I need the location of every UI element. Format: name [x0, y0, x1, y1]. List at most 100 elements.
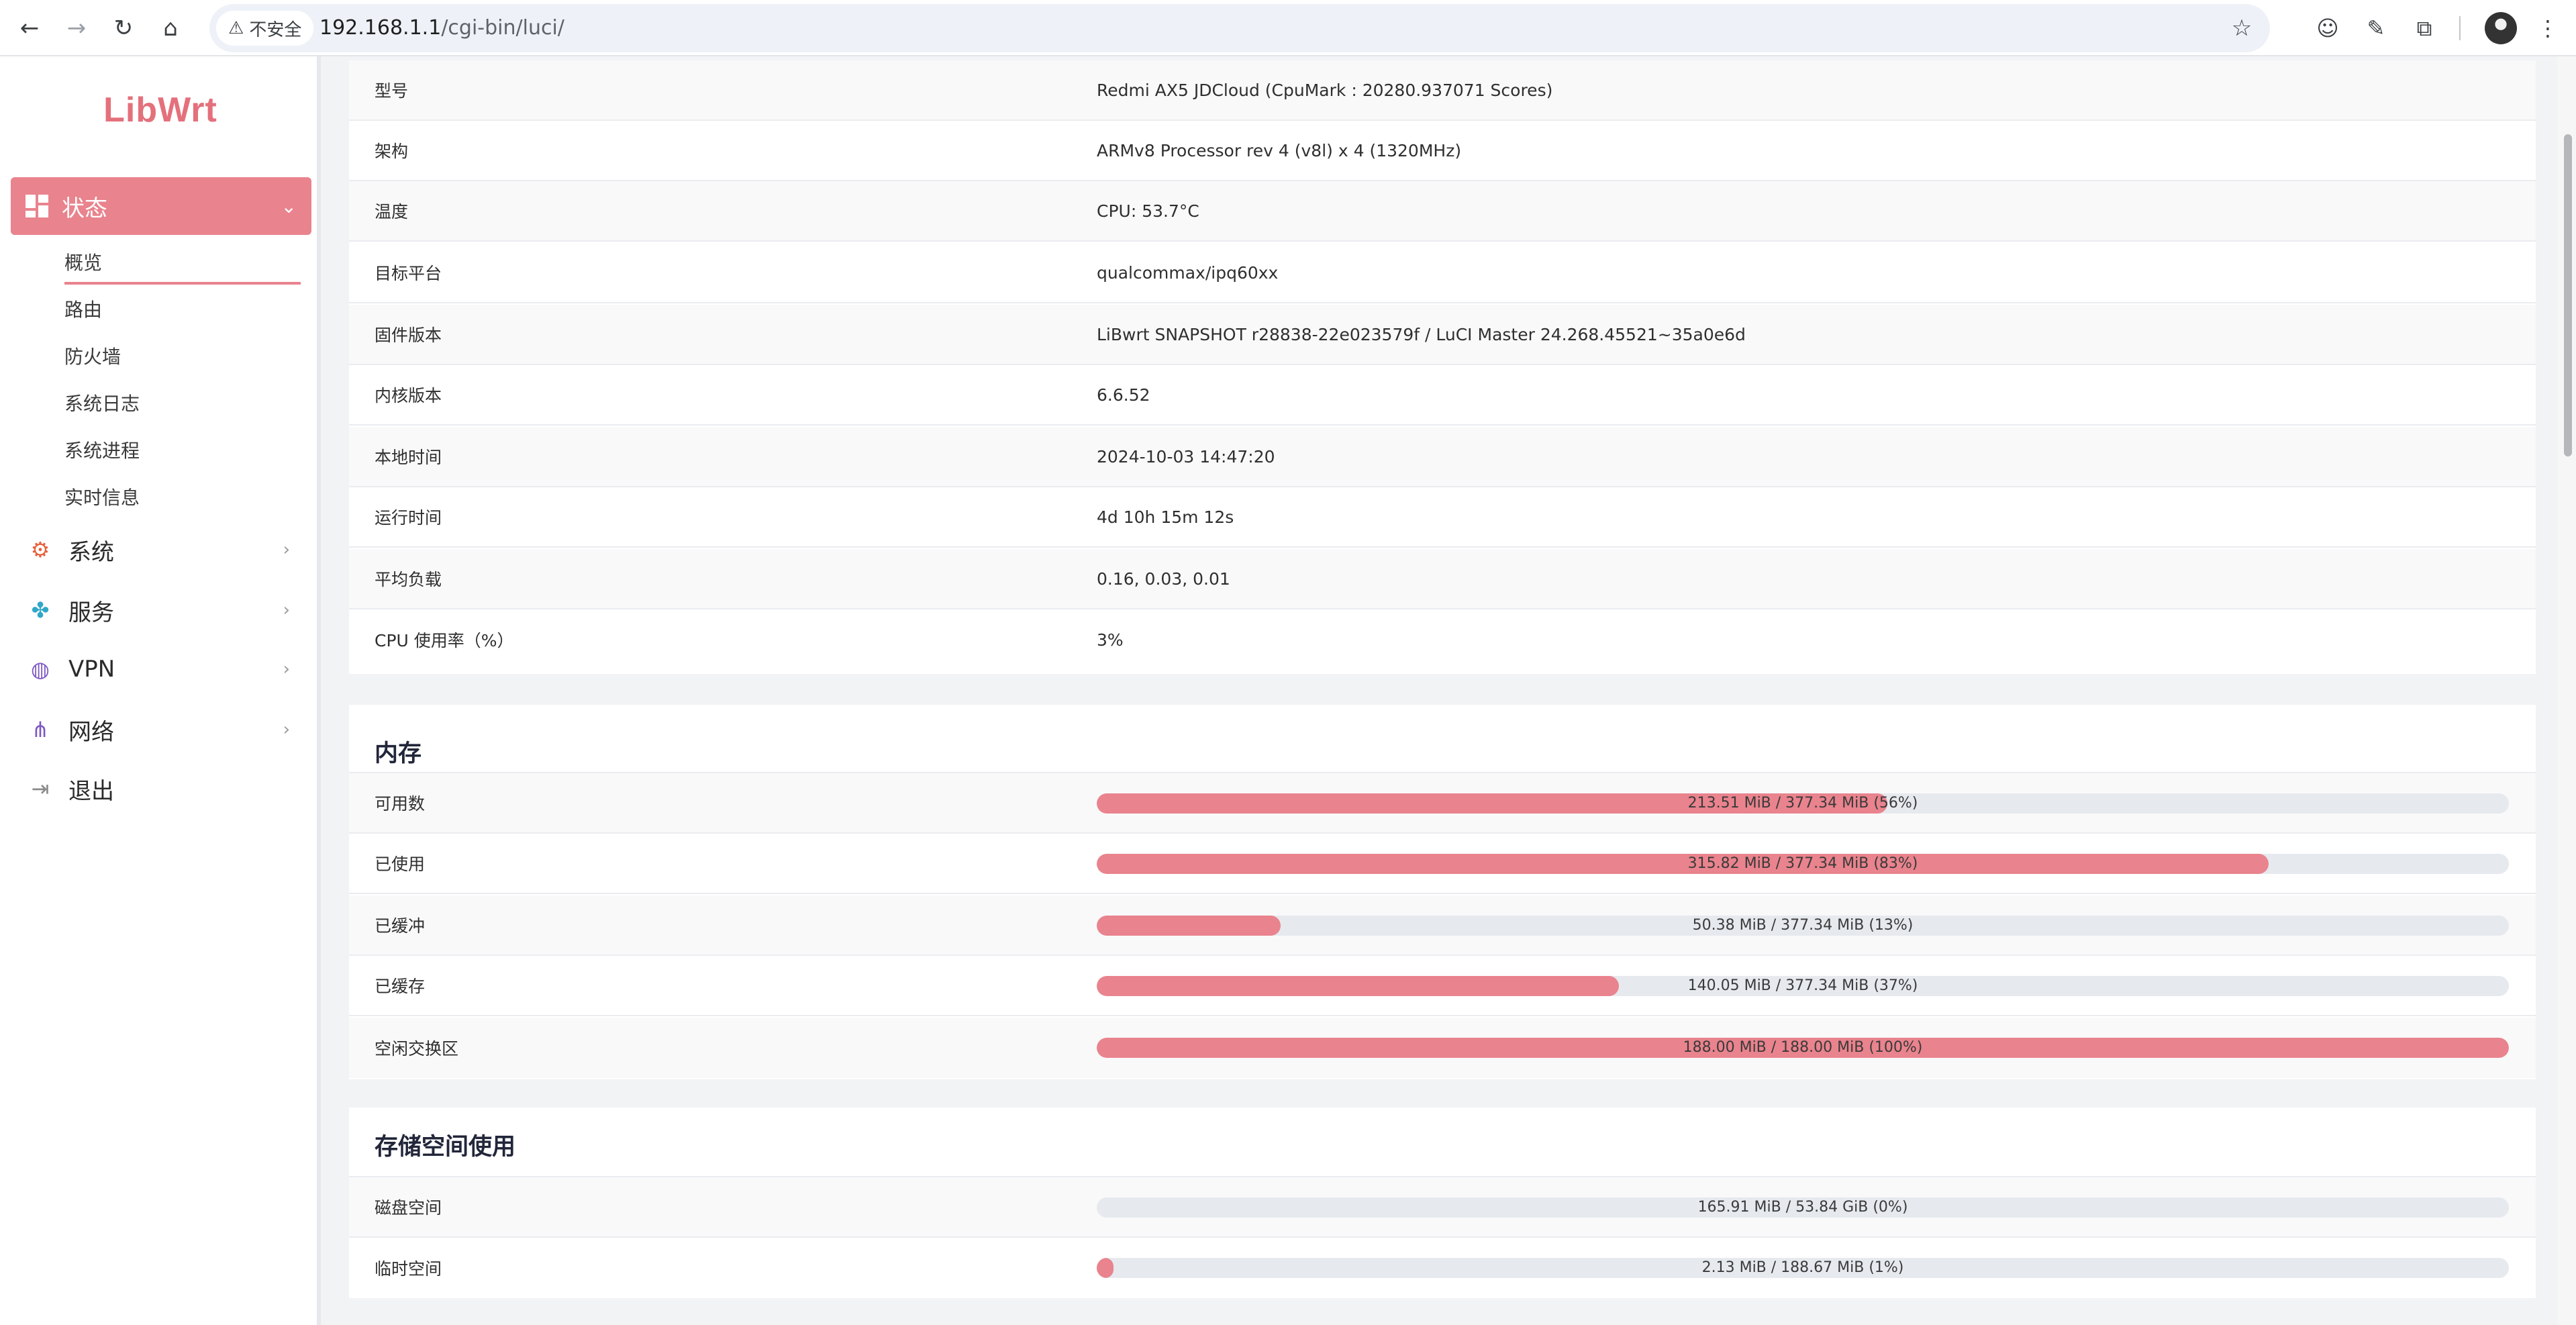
row-key: 已缓冲: [375, 916, 426, 936]
dashboard-icon: [26, 195, 48, 217]
active-submenu-underline: [64, 282, 301, 285]
scrollbar-thumb[interactable]: [2564, 134, 2572, 456]
sidebar-item-label: 网络: [68, 718, 114, 746]
sidebar-item-label: 系统: [68, 538, 114, 566]
row-value: Redmi AX5 JDCloud (CpuMark : 20280.93707…: [1097, 80, 1553, 100]
logo: LibWrt: [103, 91, 217, 130]
progress-text: 140.05 MiB / 377.34 MiB (37%): [1687, 977, 1918, 994]
table-row: CPU 使用率（%） 3%: [349, 609, 2536, 670]
chevron-right-icon: ›: [283, 720, 290, 740]
table-row: 固件版本 LiBwrt SNAPSHOT r28838-22e023579f / …: [349, 305, 2536, 365]
globe-icon: ◍: [31, 656, 50, 682]
network-icon: ⋔: [31, 717, 50, 742]
submenu-processes[interactable]: 系统进程: [64, 436, 140, 463]
table-row: 目标平台 qualcommax/ipq60xx: [349, 243, 2536, 303]
toolbar-divider: [2459, 16, 2461, 40]
progress-text: 213.51 MiB / 377.34 MiB (56%): [1687, 795, 1918, 812]
row-value: CPU: 53.7°C: [1097, 201, 1199, 221]
reload-icon[interactable]: ↻: [105, 9, 142, 47]
chevron-right-icon: ›: [283, 600, 290, 620]
extension-face-icon[interactable]: ☺: [2309, 9, 2346, 47]
table-row: 平均负载 0.16, 0.03, 0.01: [349, 549, 2536, 609]
sidebar-item-logout[interactable]: ⇥ 退出: [27, 765, 302, 812]
row-key: 运行时间: [375, 508, 442, 528]
row-value: 4d 10h 15m 12s: [1097, 507, 1234, 527]
extension-pen-icon[interactable]: ✎: [2357, 9, 2395, 47]
row-key: 内核版本: [375, 386, 442, 405]
submenu-realtime[interactable]: 实时信息: [64, 483, 140, 510]
sidebar-item-label: 退出: [68, 777, 114, 805]
sidebar-item-network[interactable]: ⋔ 网络 ›: [27, 706, 302, 753]
warning-icon: ⚠: [228, 18, 244, 38]
table-row: 磁盘空间 165.91 MiB / 53.84 GiB (0%): [349, 1177, 2536, 1238]
memory-rows: 可用数 213.51 MiB / 377.34 MiB (56%) 已使用 315.…: [349, 773, 2536, 1079]
security-indicator[interactable]: ⚠ 不安全: [216, 11, 314, 46]
row-key: 临时空间: [375, 1259, 442, 1279]
storage-rows: 磁盘空间 165.91 MiB / 53.84 GiB (0%) 临时空间 2.13…: [349, 1177, 2536, 1298]
home-icon[interactable]: ⌂: [152, 9, 189, 47]
table-row: 本地时间 2024-10-03 14:47:20: [349, 427, 2536, 487]
back-arrow-icon[interactable]: ←: [11, 9, 48, 47]
memory-card: 内存 可用数 213.51 MiB / 377.34 MiB (56%) 已使用 3…: [349, 705, 2536, 1079]
extensions-puzzle-icon[interactable]: ⧉: [2406, 9, 2443, 47]
row-key: 本地时间: [375, 448, 442, 467]
browser-toolbar: ← → ↻ ⌂ ⚠ 不安全 192.168.1.1/cgi-bin/luci/ …: [0, 0, 2576, 56]
progress-text: 188.00 MiB / 188.00 MiB (100%): [1683, 1039, 1923, 1056]
progress-bar: 315.82 MiB / 377.34 MiB (83%): [1097, 854, 2509, 874]
table-row: 已使用 315.82 MiB / 377.34 MiB (83%): [349, 834, 2536, 894]
storage-card: 存储空间使用 磁盘空间 165.91 MiB / 53.84 GiB (0%) 临…: [349, 1108, 2536, 1298]
row-value: qualcommax/ipq60xx: [1097, 262, 1279, 283]
row-key: 平均负载: [375, 570, 442, 589]
row-value: 0.16, 0.03, 0.01: [1097, 569, 1230, 589]
submenu-syslog[interactable]: 系统日志: [64, 389, 140, 416]
table-row: 已缓冲 50.38 MiB / 377.34 MiB (13%): [349, 895, 2536, 956]
logout-icon: ⇥: [31, 776, 50, 801]
row-key: 可用数: [375, 794, 426, 814]
table-row: 临时空间 2.13 MiB / 188.67 MiB (1%): [349, 1238, 2536, 1298]
progress-bar: 188.00 MiB / 188.00 MiB (100%): [1097, 1038, 2509, 1058]
row-value: LiBwrt SNAPSHOT r28838-22e023579f / LuCI…: [1097, 324, 1746, 344]
address-bar[interactable]: ⚠ 不安全 192.168.1.1/cgi-bin/luci/ ☆: [209, 4, 2270, 52]
table-row: 运行时间 4d 10h 15m 12s: [349, 487, 2536, 548]
row-key: 温度: [375, 202, 409, 222]
row-value: 2024-10-03 14:47:20: [1097, 446, 1275, 467]
submenu-overview[interactable]: 概览: [64, 248, 102, 275]
url-path: /cgi-bin/luci/: [441, 16, 564, 40]
row-value: 3%: [1097, 630, 1124, 650]
bookmark-star-icon[interactable]: ☆: [2223, 9, 2261, 47]
url-text[interactable]: 192.168.1.1/cgi-bin/luci/: [319, 4, 564, 52]
row-key: 目标平台: [375, 264, 442, 283]
progress-bar: 2.13 MiB / 188.67 MiB (1%): [1097, 1258, 2509, 1278]
submenu-routes[interactable]: 路由: [64, 295, 102, 322]
sidebar-item-vpn[interactable]: ◍ VPN ›: [27, 646, 302, 693]
section-title: 内存: [375, 740, 422, 767]
progress-text: 2.13 MiB / 188.67 MiB (1%): [1701, 1259, 1904, 1276]
row-key: CPU 使用率（%）: [375, 631, 514, 650]
sidebar-item-services[interactable]: ✤ 服务 ›: [27, 587, 302, 634]
row-value: 6.6.52: [1097, 385, 1150, 405]
sidebar-item-system[interactable]: ⚙ 系统 ›: [27, 526, 302, 573]
progress-text: 50.38 MiB / 377.34 MiB (13%): [1692, 917, 1914, 934]
sidebar-item-status[interactable]: 状态 ⌄: [11, 177, 311, 235]
row-key: 已缓存: [375, 977, 426, 996]
profile-avatar[interactable]: [2485, 12, 2517, 44]
chevron-right-icon: ›: [283, 540, 290, 560]
row-key: 已使用: [375, 854, 426, 874]
sidebar-item-label: 状态: [62, 195, 107, 222]
section-title: 存储空间使用: [375, 1134, 516, 1161]
progress-bar: 213.51 MiB / 377.34 MiB (56%): [1097, 793, 2509, 814]
forward-arrow-icon[interactable]: →: [58, 9, 95, 47]
submenu-firewall[interactable]: 防火墙: [64, 342, 121, 369]
row-key: 型号: [375, 81, 409, 101]
table-row: 型号 Redmi AX5 JDCloud (CpuMark : 20280.937…: [349, 60, 2536, 121]
progress-bar: 50.38 MiB / 377.34 MiB (13%): [1097, 916, 2509, 936]
sidebar-item-label: VPN: [68, 656, 115, 683]
row-key: 固件版本: [375, 326, 442, 345]
url-host: 192.168.1.1: [319, 16, 442, 40]
table-row: 温度 CPU: 53.7°C: [349, 181, 2536, 242]
row-value: ARMv8 Processor rev 4 (v8l) x 4 (1320MHz…: [1097, 140, 1462, 160]
sidebar-item-label: 服务: [68, 599, 114, 626]
row-key: 空闲交换区: [375, 1039, 459, 1059]
chevron-right-icon: ›: [283, 659, 290, 679]
more-menu-icon[interactable]: ⋮: [2529, 9, 2567, 47]
